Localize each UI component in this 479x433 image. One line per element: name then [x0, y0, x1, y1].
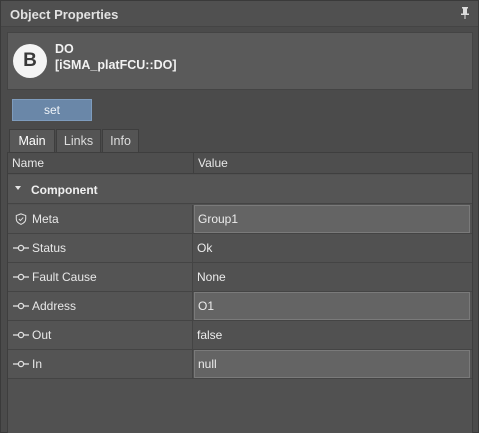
object-properties-panel: Object Properties B DO [iSMA_platFCU::DO… [0, 0, 479, 433]
property-value[interactable]: null [198, 357, 217, 371]
table-row[interactable]: Fault Cause None [8, 263, 472, 292]
panel-titlebar: Object Properties [1, 1, 478, 27]
property-value: None [197, 270, 226, 284]
table-row[interactable]: Status Ok [8, 234, 472, 263]
fault-cause-value: None [194, 263, 470, 291]
out-value: false [194, 321, 470, 349]
tab-links[interactable]: Links [56, 129, 101, 153]
property-name: Address [32, 299, 77, 313]
property-name-cell: Meta [8, 205, 193, 233]
object-name: DO [55, 42, 74, 56]
slot-icon [13, 331, 29, 339]
table-row[interactable]: Address O1 [8, 292, 472, 321]
property-value[interactable]: Group1 [198, 212, 238, 226]
property-name-cell: Out [8, 321, 193, 349]
property-name: Fault Cause [32, 270, 97, 284]
column-header-name[interactable]: Name [12, 156, 44, 170]
section-component[interactable]: Component [8, 175, 472, 204]
component-badge-icon: B [13, 44, 47, 78]
object-type: [iSMA_platFCU::DO] [55, 58, 177, 72]
expand-caret-icon[interactable] [15, 186, 21, 190]
in-value-field[interactable]: null [194, 350, 470, 378]
shield-icon [15, 213, 27, 225]
slot-icon [13, 360, 29, 368]
tab-main[interactable]: Main [9, 129, 55, 154]
column-divider[interactable] [193, 153, 194, 174]
property-name: Out [32, 328, 52, 342]
meta-value-field[interactable]: Group1 [194, 205, 470, 233]
set-button[interactable]: set [12, 99, 92, 121]
section-label: Component [31, 183, 98, 197]
property-name: Status [32, 241, 67, 255]
table-row[interactable]: Out false [8, 321, 472, 350]
table-header: Name Value [8, 153, 472, 174]
slot-icon [13, 273, 29, 281]
object-header: B DO [iSMA_platFCU::DO] [7, 32, 473, 90]
panel-title: Object Properties [10, 7, 119, 22]
property-name: In [32, 357, 43, 371]
tab-info[interactable]: Info [102, 129, 139, 153]
property-name: Meta [32, 212, 59, 226]
table-row[interactable]: Meta Group1 [8, 205, 472, 234]
properties-table: Name Value Component Meta Group1 Status … [7, 152, 473, 433]
slot-icon [13, 302, 29, 310]
property-value: Ok [197, 241, 213, 255]
property-value[interactable]: O1 [198, 299, 214, 313]
pin-icon[interactable] [460, 7, 470, 19]
property-name-cell: Fault Cause [8, 263, 193, 291]
property-name-cell: In [8, 350, 193, 378]
column-header-value[interactable]: Value [198, 156, 228, 170]
table-row[interactable]: In null [8, 350, 472, 379]
slot-icon [13, 244, 29, 252]
property-name-cell: Status [8, 234, 193, 262]
property-name-cell: Address [8, 292, 193, 320]
property-value: false [197, 328, 223, 342]
address-value-field[interactable]: O1 [194, 292, 470, 320]
status-value: Ok [194, 234, 470, 262]
